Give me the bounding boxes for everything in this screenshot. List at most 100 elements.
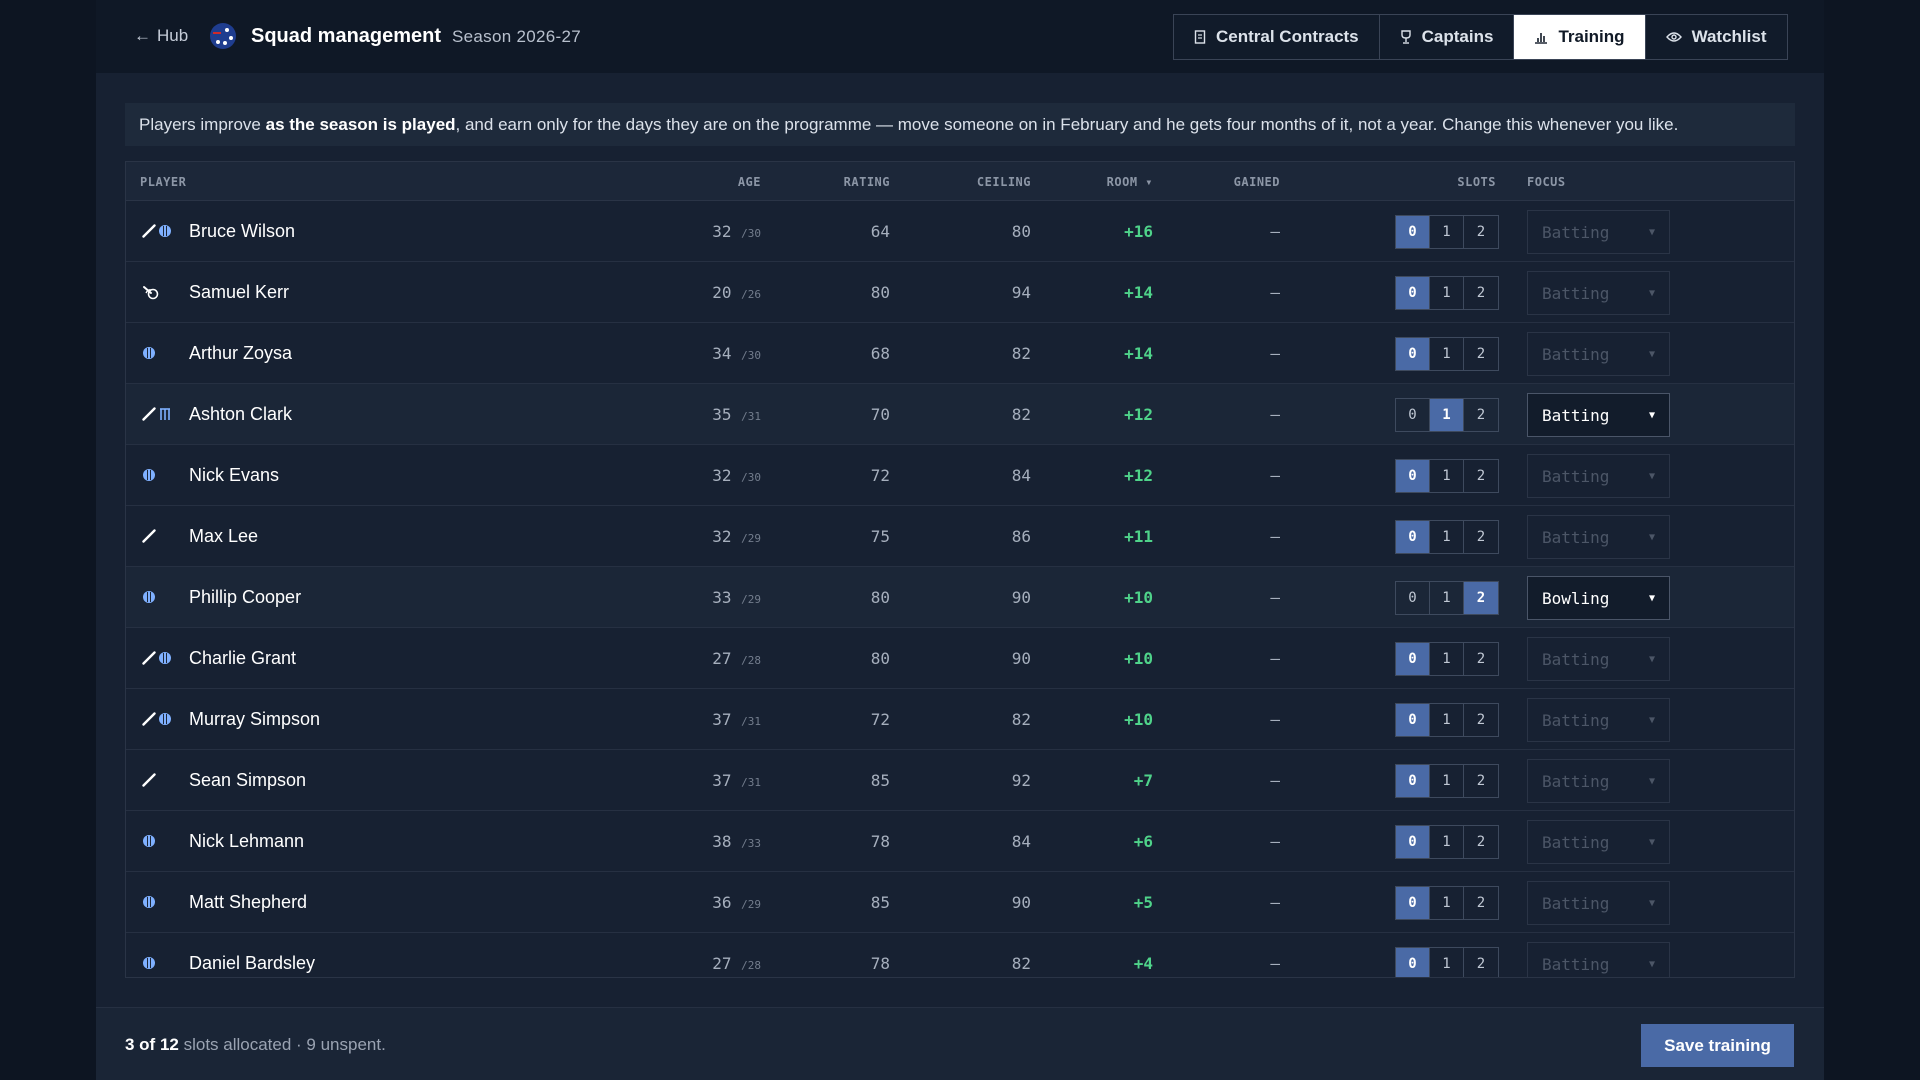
slot-option-0[interactable]: 0 bbox=[1396, 948, 1430, 977]
table-row: Samuel Kerr 20 /26 80 94 +14–0 1 2 Batting ▼ bbox=[126, 262, 1794, 323]
slot-option-2[interactable]: 2 bbox=[1464, 643, 1498, 675]
player-room: +11 bbox=[1124, 527, 1153, 546]
slot-option-0[interactable]: 0 bbox=[1396, 399, 1430, 431]
player-room: +7 bbox=[1133, 771, 1153, 790]
slot-option-1[interactable]: 1 bbox=[1430, 643, 1464, 675]
player-name[interactable]: Nick Lehmann bbox=[189, 831, 304, 852]
slot-option-2[interactable]: 2 bbox=[1464, 460, 1498, 492]
slots-selector: 012 bbox=[1395, 703, 1499, 737]
bat-icon bbox=[142, 712, 156, 726]
age-value: 37 bbox=[712, 710, 732, 729]
player-name[interactable]: Charlie Grant bbox=[189, 648, 296, 669]
tab-watchlist[interactable]: Watchlist bbox=[1646, 15, 1787, 59]
slots-selector: 012 bbox=[1395, 947, 1499, 977]
slot-option-2[interactable]: 2 bbox=[1464, 338, 1498, 370]
slot-option-0[interactable]: 0 bbox=[1396, 460, 1430, 492]
back-to-hub-link[interactable]: ← Hub bbox=[134, 26, 188, 46]
column-header-age[interactable]: AGE bbox=[738, 175, 761, 189]
tab-captains[interactable]: Captains bbox=[1380, 15, 1515, 59]
focus-dropdown[interactable]: Bowling ▼ bbox=[1527, 576, 1670, 620]
column-header-ceiling[interactable]: CEILING bbox=[977, 175, 1031, 189]
player-room: +10 bbox=[1124, 649, 1153, 668]
slot-option-0[interactable]: 0 bbox=[1396, 277, 1430, 309]
player-ceiling: 92 bbox=[1011, 771, 1031, 790]
slot-option-0[interactable]: 0 bbox=[1396, 582, 1430, 614]
ball-icon bbox=[143, 957, 155, 969]
slot-option-1[interactable]: 1 bbox=[1430, 460, 1464, 492]
slot-option-0[interactable]: 0 bbox=[1396, 704, 1430, 736]
australia-flag-icon bbox=[210, 23, 236, 49]
focus-dropdown[interactable]: Batting ▼ bbox=[1527, 393, 1670, 437]
player-name[interactable]: Murray Simpson bbox=[189, 709, 320, 730]
age-value: 27 bbox=[712, 954, 732, 973]
footer-bar: 3 of 12 slots allocated · 9 unspent. Sav… bbox=[96, 1007, 1824, 1080]
slot-option-0[interactable]: 0 bbox=[1396, 216, 1430, 248]
slot-option-1[interactable]: 1 bbox=[1430, 521, 1464, 553]
slot-option-1[interactable]: 1 bbox=[1430, 887, 1464, 919]
slot-option-2[interactable]: 2 bbox=[1464, 948, 1498, 977]
save-training-button[interactable]: Save training bbox=[1641, 1024, 1794, 1067]
slot-option-1[interactable]: 1 bbox=[1430, 399, 1464, 431]
player-room: +12 bbox=[1124, 466, 1153, 485]
slot-option-2[interactable]: 2 bbox=[1464, 826, 1498, 858]
focus-value: Batting bbox=[1542, 832, 1610, 852]
player-name[interactable]: Phillip Cooper bbox=[189, 587, 301, 608]
player-name[interactable]: Bruce Wilson bbox=[189, 221, 295, 242]
slot-option-1[interactable]: 1 bbox=[1430, 704, 1464, 736]
slot-option-1[interactable]: 1 bbox=[1430, 765, 1464, 797]
player-rating: 72 bbox=[870, 466, 890, 485]
player-gained: – bbox=[1270, 405, 1280, 424]
chevron-down-icon: ▼ bbox=[1648, 592, 1655, 604]
player-name[interactable]: Daniel Bardsley bbox=[189, 953, 315, 974]
peak-age: /29 bbox=[741, 898, 761, 911]
slot-option-2[interactable]: 2 bbox=[1464, 216, 1498, 248]
tab-central-contracts[interactable]: Central Contracts bbox=[1174, 15, 1380, 59]
slot-option-0[interactable]: 0 bbox=[1396, 338, 1430, 370]
slots-selector: 012 bbox=[1395, 276, 1499, 310]
player-name[interactable]: Arthur Zoysa bbox=[189, 343, 292, 364]
player-name[interactable]: Sean Simpson bbox=[189, 770, 306, 791]
slot-option-1[interactable]: 1 bbox=[1430, 216, 1464, 248]
slot-option-2[interactable]: 2 bbox=[1464, 704, 1498, 736]
column-header-rating[interactable]: RATING bbox=[844, 175, 890, 189]
slot-option-1[interactable]: 1 bbox=[1430, 277, 1464, 309]
bat-icon bbox=[142, 651, 156, 665]
column-header-room[interactable]: ROOM ▾ bbox=[1107, 175, 1153, 189]
slot-option-0[interactable]: 0 bbox=[1396, 765, 1430, 797]
player-name[interactable]: Max Lee bbox=[189, 526, 258, 547]
player-name[interactable]: Matt Shepherd bbox=[189, 892, 307, 913]
age-value: 35 bbox=[712, 405, 732, 424]
slot-option-2[interactable]: 2 bbox=[1464, 887, 1498, 919]
player-gained: – bbox=[1270, 710, 1280, 729]
slot-option-2[interactable]: 2 bbox=[1464, 277, 1498, 309]
slot-option-1[interactable]: 1 bbox=[1430, 948, 1464, 977]
slot-option-2[interactable]: 2 bbox=[1464, 765, 1498, 797]
focus-value: Batting bbox=[1542, 283, 1610, 303]
player-age: 35 /31 bbox=[712, 405, 761, 424]
slot-option-0[interactable]: 0 bbox=[1396, 826, 1430, 858]
role-icons bbox=[142, 894, 156, 910]
player-name[interactable]: Samuel Kerr bbox=[189, 282, 289, 303]
age-value: 34 bbox=[712, 344, 732, 363]
slot-option-1[interactable]: 1 bbox=[1430, 582, 1464, 614]
slot-option-2[interactable]: 2 bbox=[1464, 582, 1498, 614]
slot-option-0[interactable]: 0 bbox=[1396, 643, 1430, 675]
player-room: +10 bbox=[1124, 710, 1153, 729]
player-room: +6 bbox=[1133, 832, 1153, 851]
eye-icon bbox=[1665, 32, 1682, 42]
slot-option-2[interactable]: 2 bbox=[1464, 521, 1498, 553]
slot-option-0[interactable]: 0 bbox=[1396, 887, 1430, 919]
slot-option-0[interactable]: 0 bbox=[1396, 521, 1430, 553]
player-name[interactable]: Nick Evans bbox=[189, 465, 279, 486]
focus-dropdown: Batting ▼ bbox=[1527, 515, 1670, 559]
slot-option-2[interactable]: 2 bbox=[1464, 399, 1498, 431]
player-name[interactable]: Ashton Clark bbox=[189, 404, 292, 425]
column-header-player[interactable]: PLAYER bbox=[140, 175, 186, 189]
slot-option-1[interactable]: 1 bbox=[1430, 338, 1464, 370]
spin-bowler-icon bbox=[143, 286, 159, 300]
slot-option-1[interactable]: 1 bbox=[1430, 826, 1464, 858]
slots-selector: 012 bbox=[1395, 520, 1499, 554]
player-gained: – bbox=[1270, 222, 1280, 241]
tab-training[interactable]: Training bbox=[1514, 15, 1646, 59]
column-header-gained[interactable]: GAINED bbox=[1234, 175, 1280, 189]
